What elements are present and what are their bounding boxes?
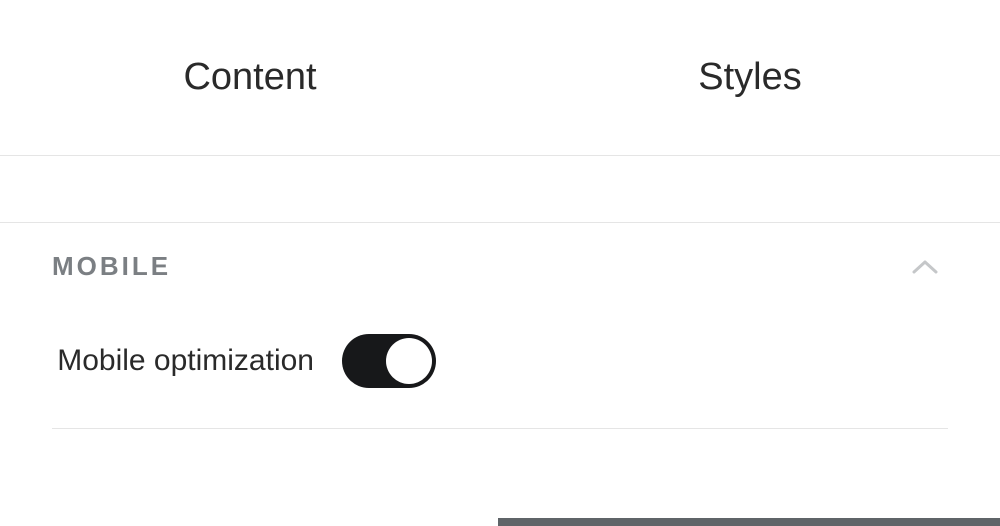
toggle-knob — [386, 338, 432, 384]
setting-row-mobile-optimization: Mobile optimization — [0, 310, 1000, 428]
chevron-up-icon — [910, 252, 940, 282]
setting-label-mobile-optimization: Mobile optimization — [52, 340, 342, 382]
tab-content[interactable]: Content — [0, 0, 500, 155]
bottom-divider — [52, 428, 948, 429]
tab-content-label: Content — [183, 56, 316, 99]
section-title: MOBILE — [52, 251, 171, 282]
toggle-mobile-optimization[interactable] — [342, 334, 436, 388]
tabs-container: Content Styles — [0, 0, 1000, 155]
tab-styles-label: Styles — [698, 56, 801, 99]
divider-section — [0, 155, 1000, 223]
active-tab-indicator — [498, 518, 1000, 526]
tab-styles[interactable]: Styles — [500, 0, 1000, 155]
section-header-mobile[interactable]: MOBILE — [0, 223, 1000, 310]
